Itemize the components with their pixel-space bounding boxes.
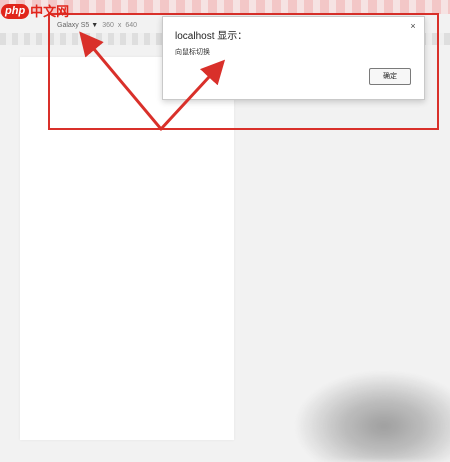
ok-button[interactable]: 确定 (369, 68, 411, 85)
logo-php-badge: php (1, 3, 30, 19)
watermark-blur (296, 372, 450, 462)
alert-dialog: localhost 显示： × 向鼠标切换 确定 (162, 16, 425, 100)
close-icon[interactable]: × (408, 21, 418, 31)
dialog-message: 向鼠标切换 (175, 49, 210, 56)
site-logo: php 中文网 (1, 2, 69, 20)
dialog-title: localhost 显示： (175, 31, 248, 42)
logo-text: 中文网 (30, 3, 70, 19)
